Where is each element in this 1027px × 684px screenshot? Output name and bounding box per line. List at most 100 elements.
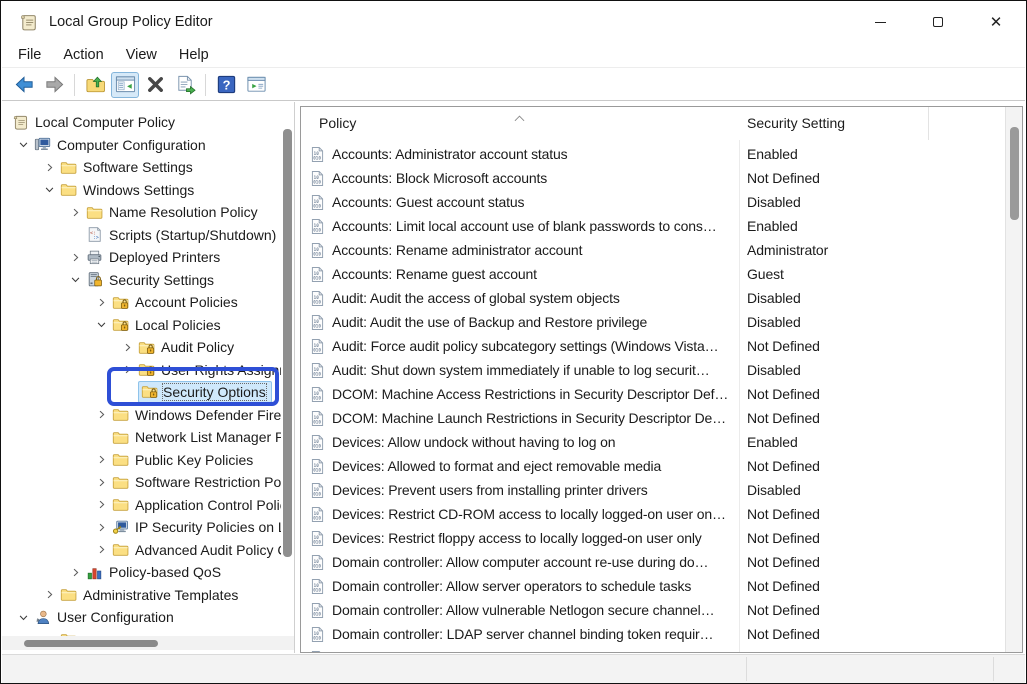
tree-item[interactable]: Deployed Printers (2, 246, 281, 269)
column-header-security-setting[interactable]: Security Setting (747, 115, 845, 131)
chevron-down-icon[interactable] (12, 137, 34, 153)
tree-item[interactable]: Windows Defender Firewall with Advanced … (2, 404, 281, 427)
chevron-down-icon[interactable] (64, 272, 86, 288)
policy-row[interactable]: 10010Accounts: Block Microsoft accountsN… (301, 166, 1003, 190)
tree-item[interactable]: IP Security Policies on Local Computer (2, 516, 281, 539)
folder-icon (60, 181, 77, 198)
policy-row[interactable]: 10010Devices: Prevent users from install… (301, 478, 1003, 502)
printer-icon (86, 249, 103, 266)
tree-item[interactable]: Name Resolution Policy (2, 201, 281, 224)
chevron-right-icon[interactable] (38, 159, 60, 175)
policy-row[interactable]: 10010Devices: Allow undock without havin… (301, 430, 1003, 454)
policy-row[interactable]: 10010Audit: Audit the use of Backup and … (301, 310, 1003, 334)
chevron-right-icon[interactable] (90, 294, 112, 310)
forward-button[interactable] (40, 72, 68, 98)
tree-item[interactable]: User Rights Assignment (2, 359, 281, 382)
menu-help[interactable]: Help (168, 44, 220, 66)
tree-item[interactable]: Administrative Templates (2, 584, 281, 607)
policy-row[interactable]: 10010Domain controller: LDAP server sign… (301, 646, 1003, 653)
tree-item[interactable]: Advanced Audit Policy Configuration (2, 539, 281, 562)
menu-action[interactable]: Action (52, 44, 114, 66)
chevron-down-icon[interactable] (12, 609, 34, 625)
tree-item[interactable]: Computer Configuration (2, 134, 281, 157)
policy-row[interactable]: 10010Accounts: Rename administrator acco… (301, 238, 1003, 262)
tree-item[interactable]: Account Policies (2, 291, 281, 314)
toolbar-separator (74, 74, 75, 96)
chevron-down-icon[interactable] (38, 182, 60, 198)
delete-button[interactable] (141, 72, 169, 98)
chevron-right-icon[interactable] (64, 249, 86, 265)
tree-item[interactable]: Security Settings (2, 269, 281, 292)
chevron-right-icon[interactable] (116, 362, 138, 378)
chevron-down-icon[interactable] (90, 317, 112, 333)
tree-item[interactable]: <::>Scripts (Startup/Shutdown) (2, 224, 281, 247)
chevron-right-icon[interactable] (38, 587, 60, 603)
policy-row[interactable]: 10010Accounts: Rename guest accountGuest (301, 262, 1003, 286)
policy-row[interactable]: 10010Accounts: Limit local account use o… (301, 214, 1003, 238)
tree-item[interactable]: Application Control Policies (2, 494, 281, 517)
policy-row[interactable]: 10010DCOM: Machine Launch Restrictions i… (301, 406, 1003, 430)
tree-vertical-scrollbar[interactable] (283, 129, 292, 557)
policy-row[interactable]: 10010Domain controller: Allow server ope… (301, 574, 1003, 598)
chevron-right-icon[interactable] (64, 204, 86, 220)
tree-item[interactable]: Policy-based QoS (2, 561, 281, 584)
menu-file[interactable]: File (7, 44, 52, 66)
tree-item[interactable]: Network List Manager Policies (2, 426, 281, 449)
policy-row[interactable]: 10010Devices: Allowed to format and ejec… (301, 454, 1003, 478)
tree-item[interactable]: Local Computer Policy (2, 111, 281, 134)
sort-ascending-icon (514, 109, 525, 127)
policy-text: Accounts: Rename guest account (332, 266, 537, 282)
tree-item-label: Windows Settings (83, 182, 194, 198)
policy-row[interactable]: 10010Devices: Restrict CD-ROM access to … (301, 502, 1003, 526)
folder-lock-icon (112, 316, 129, 333)
chevron-right-icon[interactable] (90, 452, 112, 468)
up-one-level-button[interactable] (81, 72, 109, 98)
help-button[interactable]: ? (212, 72, 240, 98)
tree-item[interactable]: Security Options (2, 381, 281, 404)
tree-item[interactable]: Software Settings (2, 156, 281, 179)
policy-row[interactable]: 10010Accounts: Guest account statusDisab… (301, 190, 1003, 214)
maximize-button[interactable] (909, 2, 967, 42)
export-list-button[interactable] (171, 72, 199, 98)
chevron-right-icon[interactable] (90, 474, 112, 490)
new-window-button[interactable] (242, 72, 270, 98)
tree-item[interactable]: Public Key Policies (2, 449, 281, 472)
column-header-policy[interactable]: Policy (319, 115, 356, 131)
chevron-right-icon[interactable] (90, 542, 112, 558)
chevron-right-icon[interactable] (116, 339, 138, 355)
policy-doc-icon: 10010 (309, 530, 326, 547)
policy-row[interactable]: 10010Audit: Audit the access of global s… (301, 286, 1003, 310)
list-vertical-scroll-thumb[interactable] (1010, 127, 1019, 220)
policy-row[interactable]: 10010Domain controller: LDAP server chan… (301, 622, 1003, 646)
chevron-right-icon[interactable] (64, 564, 86, 580)
console-tree-pane: Local Computer PolicyComputer Configurat… (2, 102, 295, 653)
tree-item[interactable]: Local Policies (2, 314, 281, 337)
list-vertical-scrollbar[interactable] (1005, 107, 1023, 652)
policy-row[interactable]: 10010Domain controller: Allow vulnerable… (301, 598, 1003, 622)
tree-item[interactable]: User Configuration (2, 606, 281, 629)
close-button[interactable]: ✕ (967, 2, 1025, 42)
chevron-right-icon[interactable] (90, 497, 112, 513)
tree-item[interactable]: Software Restriction Policies (2, 471, 281, 494)
policy-row[interactable]: 10010Devices: Restrict floppy access to … (301, 526, 1003, 550)
back-button[interactable] (10, 72, 38, 98)
policy-row[interactable]: 10010Audit: Shut down system immediately… (301, 358, 1003, 382)
policy-row[interactable]: 10010Domain controller: Allow computer a… (301, 550, 1003, 574)
menu-view[interactable]: View (115, 44, 168, 66)
policy-text: Accounts: Rename administrator account (332, 242, 582, 258)
tree-item[interactable]: Windows Settings (2, 179, 281, 202)
policy-row[interactable]: 10010DCOM: Machine Access Restrictions i… (301, 382, 1003, 406)
tree-item[interactable]: Audit Policy (2, 336, 281, 359)
chevron-right-icon[interactable] (90, 519, 112, 535)
column-divider[interactable] (928, 107, 929, 140)
tree-horizontal-scrollbar[interactable] (2, 636, 294, 650)
policy-row[interactable]: 10010Accounts: Administrator account sta… (301, 142, 1003, 166)
minimize-button[interactable] (851, 2, 909, 42)
svg-text:010: 010 (313, 443, 321, 449)
show-console-tree-button[interactable] (111, 72, 139, 98)
tree-horizontal-scroll-thumb[interactable] (24, 640, 158, 647)
toolbar-separator (205, 74, 206, 96)
folder-lock-icon (138, 339, 155, 356)
chevron-right-icon[interactable] (90, 407, 112, 423)
policy-row[interactable]: 10010Audit: Force audit policy subcatego… (301, 334, 1003, 358)
